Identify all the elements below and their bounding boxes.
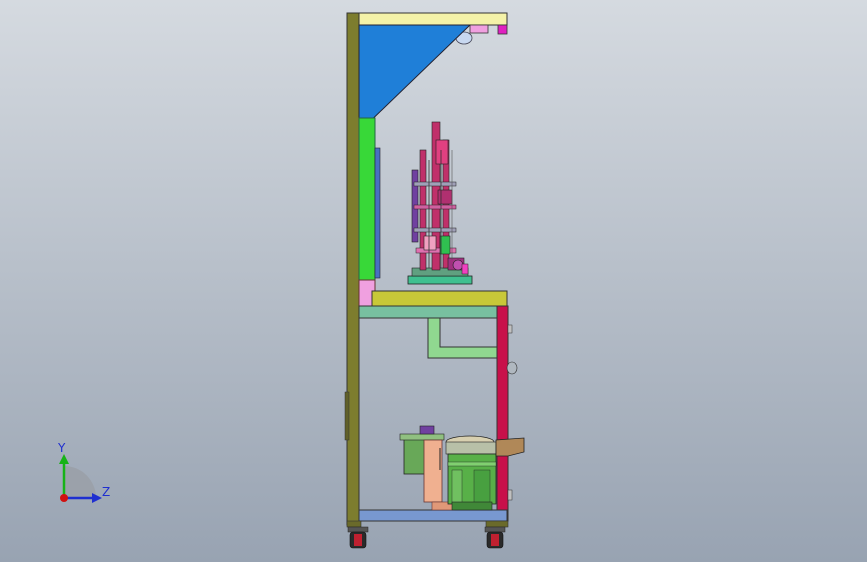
top-beam [358, 12, 508, 26]
base-foot-right [485, 520, 509, 528]
triad-quadrant [64, 466, 96, 498]
feeder-bowl-stripe-2 [451, 469, 463, 505]
post-knob-1 [507, 324, 513, 334]
feeder-salmon-column [423, 439, 443, 503]
triad-y-label: Y [58, 441, 66, 455]
triad-origin [60, 494, 68, 502]
feeder-bowl-top [445, 441, 497, 455]
blue-gusset [358, 24, 472, 134]
mechanism-block-3 [423, 235, 437, 251]
left-upright [346, 12, 360, 526]
caster-right [484, 526, 506, 549]
left-side-latch [344, 391, 350, 441]
mechanism-block-2 [437, 189, 453, 205]
mechanism-pink-tab [461, 263, 469, 275]
feeder-bowl-stripe-1 [447, 461, 497, 467]
mechanism-crossbar-2 [413, 204, 457, 210]
caster-left [347, 526, 369, 549]
table-top [371, 290, 508, 307]
mechanism-crossbar-3 [413, 227, 457, 233]
right-post [496, 305, 509, 522]
base-frame [358, 509, 508, 522]
cad-viewport[interactable] [0, 0, 867, 562]
feeder-top-arm [399, 433, 445, 441]
post-knob-2 [506, 361, 518, 375]
feeder-chute [495, 437, 525, 457]
triad-y-arrow [59, 454, 69, 464]
mechanism-block-1 [435, 139, 449, 165]
green-panel [358, 117, 376, 281]
upper-mechanism [407, 121, 473, 285]
mechanism-block-green [439, 235, 451, 255]
green-bracket [427, 317, 499, 359]
casters [347, 526, 506, 549]
mechanism-roller [452, 259, 464, 271]
coordinate-triad[interactable] [59, 454, 102, 503]
top-magenta-block [497, 24, 508, 35]
blue-bracket [374, 147, 381, 279]
triad-z-label: Z [102, 485, 111, 499]
mechanism-crossbar-1 [413, 181, 457, 187]
feeder-top-cap [419, 425, 435, 435]
table-rail [358, 305, 508, 319]
base-foot-left [346, 520, 362, 528]
feeder-bowl-stripe-3 [473, 469, 491, 505]
top-pink-block [469, 24, 489, 34]
triad-z-arrow [92, 493, 102, 503]
feeder-bowl-base [451, 501, 493, 511]
post-knob-3 [507, 489, 513, 501]
mechanism-base-plate [407, 275, 473, 285]
